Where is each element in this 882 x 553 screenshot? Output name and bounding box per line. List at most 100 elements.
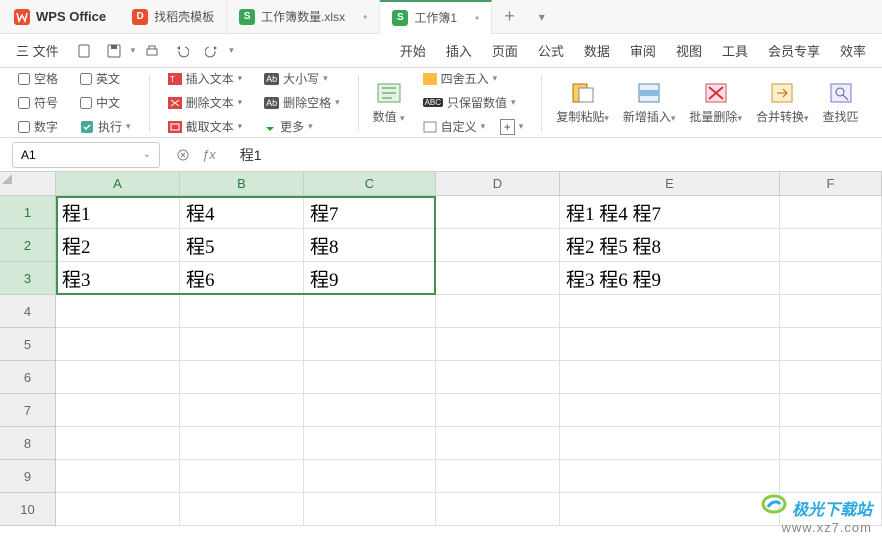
cell-D9[interactable] — [436, 460, 560, 493]
batch-delete-button[interactable]: 批量删除▾ — [685, 78, 746, 127]
cell-E2[interactable]: 程2 程5 程8 — [560, 229, 780, 262]
cell-E4[interactable] — [560, 295, 780, 328]
cell-C9[interactable] — [304, 460, 436, 493]
cell-F8[interactable] — [780, 427, 882, 460]
row-header-2[interactable]: 2 — [0, 229, 56, 262]
extract-text-button[interactable]: 截取文本▾ — [168, 118, 243, 136]
row-header-4[interactable]: 4 — [0, 295, 56, 328]
col-header-D[interactable]: D — [436, 172, 560, 196]
copy-paste-button[interactable]: 复制粘贴▾ — [552, 78, 613, 127]
chk-number[interactable]: 数字 — [18, 118, 58, 136]
cell-B2[interactable]: 程5 — [180, 229, 304, 262]
name-box[interactable]: A1 ⌄ — [12, 142, 160, 168]
redo-icon[interactable] — [199, 40, 225, 62]
find-match-button[interactable]: 查找匹 — [819, 78, 863, 127]
row-header-5[interactable]: 5 — [0, 328, 56, 361]
menu-view[interactable]: 视图 — [668, 37, 710, 65]
cell-A3[interactable]: 程3 — [56, 262, 180, 295]
cell-C7[interactable] — [304, 394, 436, 427]
cell-B7[interactable] — [180, 394, 304, 427]
chk-chinese[interactable]: 中文 — [80, 94, 131, 112]
menu-efficiency[interactable]: 效率 — [832, 37, 874, 65]
cell-B3[interactable]: 程6 — [180, 262, 304, 295]
cell-E8[interactable] — [560, 427, 780, 460]
execute-button[interactable]: 执行▾ — [80, 118, 131, 136]
cell-F7[interactable] — [780, 394, 882, 427]
cell-F4[interactable] — [780, 295, 882, 328]
row-header-1[interactable]: 1 — [0, 196, 56, 229]
cell-F5[interactable] — [780, 328, 882, 361]
row-header-6[interactable]: 6 — [0, 361, 56, 394]
tab-menu-dot-icon[interactable]: • — [363, 10, 367, 24]
more-button[interactable]: 更多▾ — [264, 118, 340, 136]
cell-B5[interactable] — [180, 328, 304, 361]
case-button[interactable]: Ab大小写▾ — [264, 70, 340, 88]
cell-B1[interactable]: 程4 — [180, 196, 304, 229]
row-header-3[interactable]: 3 — [0, 262, 56, 295]
menu-tools[interactable]: 工具 — [714, 37, 756, 65]
menu-member[interactable]: 会员专享 — [760, 37, 828, 65]
cell-E1[interactable]: 程1 程4 程7 — [560, 196, 780, 229]
cell-D6[interactable] — [436, 361, 560, 394]
cell-C4[interactable] — [304, 295, 436, 328]
cell-D1[interactable] — [436, 196, 560, 229]
cell-E6[interactable] — [560, 361, 780, 394]
cell-E3[interactable]: 程3 程6 程9 — [560, 262, 780, 295]
print-icon[interactable] — [139, 40, 165, 62]
cell-C3[interactable]: 程9 — [304, 262, 436, 295]
cell-B4[interactable] — [180, 295, 304, 328]
cell-C10[interactable] — [304, 493, 436, 526]
cell-A7[interactable] — [56, 394, 180, 427]
select-all-corner[interactable] — [0, 172, 56, 196]
row-header-8[interactable]: 8 — [0, 427, 56, 460]
cell-B6[interactable] — [180, 361, 304, 394]
cell-C8[interactable] — [304, 427, 436, 460]
menu-formula[interactable]: 公式 — [530, 37, 572, 65]
tab-list-dropdown[interactable]: ▾ — [527, 10, 557, 24]
cell-C6[interactable] — [304, 361, 436, 394]
custom-button[interactable]: 自定义▾ +▾ — [423, 118, 524, 136]
cell-F3[interactable] — [780, 262, 882, 295]
cell-A6[interactable] — [56, 361, 180, 394]
new-insert-button[interactable]: 新增插入▾ — [619, 78, 680, 127]
cell-C5[interactable] — [304, 328, 436, 361]
menu-insert[interactable]: 插入 — [438, 37, 480, 65]
cell-D4[interactable] — [436, 295, 560, 328]
cell-F2[interactable] — [780, 229, 882, 262]
cell-A5[interactable] — [56, 328, 180, 361]
cell-F1[interactable] — [780, 196, 882, 229]
formula-input[interactable]: 程1 — [232, 145, 870, 165]
cell-E9[interactable] — [560, 460, 780, 493]
new-tab-button[interactable]: + — [492, 6, 527, 27]
cell-B9[interactable] — [180, 460, 304, 493]
cancel-icon[interactable] — [176, 148, 190, 162]
chk-symbol[interactable]: 符号 — [18, 94, 58, 112]
cell-A10[interactable] — [56, 493, 180, 526]
row-header-10[interactable]: 10 — [0, 493, 56, 526]
cell-A9[interactable] — [56, 460, 180, 493]
fx-icon[interactable]: ƒx — [202, 147, 216, 162]
merge-convert-button[interactable]: 合并转换▾ — [752, 78, 813, 127]
cell-D3[interactable] — [436, 262, 560, 295]
redo-dropdown-icon[interactable]: ▾ — [229, 45, 234, 56]
name-box-dropdown-icon[interactable]: ⌄ — [143, 149, 151, 160]
cell-A1[interactable]: 程1 — [56, 196, 180, 229]
chk-english[interactable]: 英文 — [80, 70, 131, 88]
cell-E10[interactable] — [560, 493, 780, 526]
keep-value-button[interactable]: ABC只保留数值▾ — [423, 94, 524, 112]
tab-workbook-1[interactable]: S 工作簿1 • — [380, 0, 492, 34]
cell-E7[interactable] — [560, 394, 780, 427]
cell-F9[interactable] — [780, 460, 882, 493]
row-header-9[interactable]: 9 — [0, 460, 56, 493]
cell-D8[interactable] — [436, 427, 560, 460]
menu-data[interactable]: 数据 — [576, 37, 618, 65]
cell-B8[interactable] — [180, 427, 304, 460]
menu-page[interactable]: 页面 — [484, 37, 526, 65]
delete-text-button[interactable]: 删除文本▾ — [168, 94, 243, 112]
cell-B10[interactable] — [180, 493, 304, 526]
file-menu[interactable]: 三 文件 — [8, 37, 67, 65]
new-doc-icon[interactable] — [71, 40, 97, 62]
cell-A4[interactable] — [56, 295, 180, 328]
cell-E5[interactable] — [560, 328, 780, 361]
row-header-7[interactable]: 7 — [0, 394, 56, 427]
